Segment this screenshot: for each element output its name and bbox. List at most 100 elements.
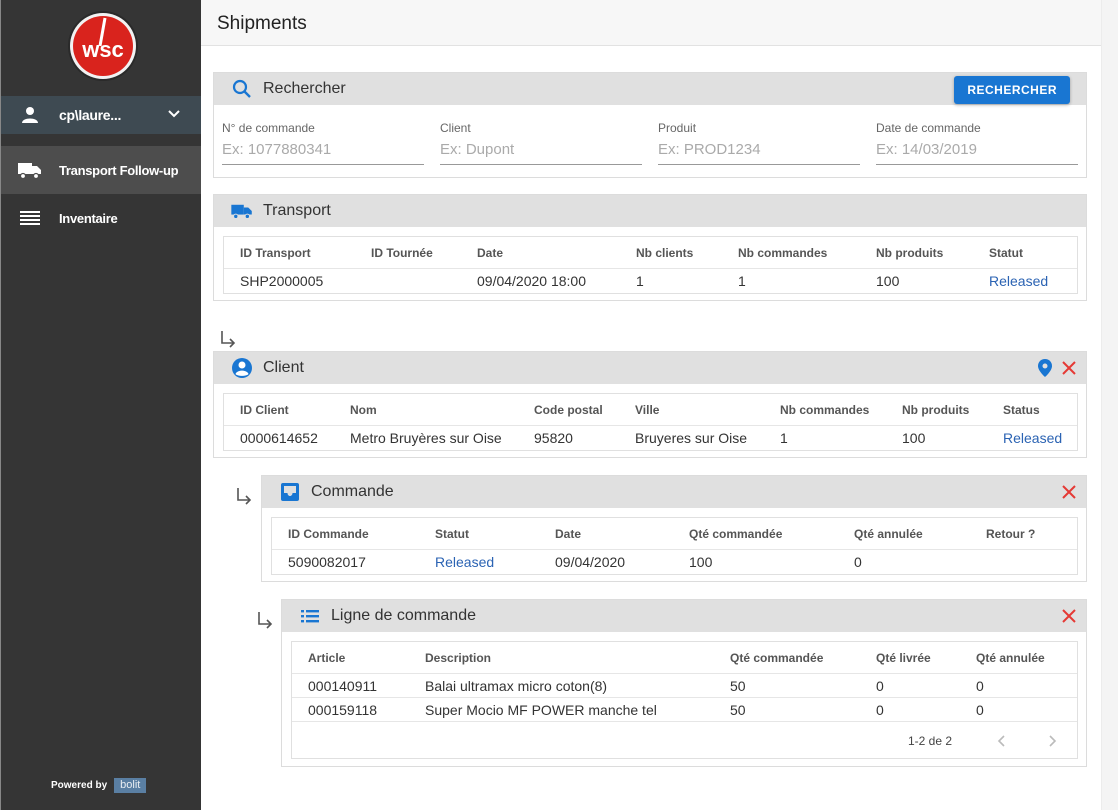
column-header: Date: [555, 527, 582, 541]
table-header-row: Article Description Qté commandée Qté li…: [292, 646, 1077, 670]
ligne-commande-panel-header: Ligne de commande: [282, 600, 1086, 632]
chevron-down-icon[interactable]: [166, 106, 182, 122]
list-icon: [18, 208, 42, 228]
product-input[interactable]: [658, 139, 860, 165]
column-header: ID Transport: [240, 246, 311, 260]
column-header: Qté commandée: [689, 527, 783, 541]
column-header: Nb commandes: [738, 246, 828, 260]
sidebar-item-label: Inventaire: [59, 210, 118, 226]
location-pin-icon[interactable]: [1036, 359, 1054, 377]
ligne-commande-panel: Ligne de commande Article Description Qt…: [281, 599, 1087, 767]
field-label: Date de commande: [876, 121, 981, 135]
ligne-commande-table: Article Description Qté commandée Qté li…: [291, 641, 1078, 759]
transport-panel-header: Transport: [214, 195, 1086, 227]
subdirectory-arrow-icon: [237, 488, 252, 505]
column-header: Qté annulée: [976, 651, 1045, 665]
table-cell: 0: [976, 677, 984, 694]
sidebar-item-transport-follow-up[interactable]: Transport Follow-up: [1, 146, 202, 194]
status-link[interactable]: Released: [435, 554, 494, 570]
client-panel: Client ID Client Nom Code postal Ville N…: [213, 351, 1087, 458]
chevron-right-icon[interactable]: [1044, 733, 1060, 749]
subdirectory-arrow-icon: [258, 612, 273, 629]
table-cell: 000159118: [308, 701, 378, 718]
order-number-field: N° de commande: [222, 121, 424, 165]
format-list-icon: [299, 605, 321, 627]
table-cell: SHP2000005: [240, 272, 324, 289]
truck-icon: [231, 200, 253, 222]
column-header: Description: [425, 651, 492, 665]
table-cell: 0000614652: [240, 429, 318, 446]
table-cell: 0: [976, 701, 984, 718]
column-header: Statut: [989, 246, 1023, 260]
table-row[interactable]: 000140911 Balai ultramax micro coton(8) …: [292, 673, 1077, 697]
column-header: Statut: [435, 527, 469, 541]
table-cell: 50: [730, 701, 746, 718]
table-row[interactable]: 0000614652 Metro Bruyères sur Oise 95820…: [224, 425, 1077, 449]
commande-panel-header: Commande: [262, 476, 1086, 508]
scrollbar[interactable]: [1101, 0, 1118, 810]
ligne-commande-panel-title: Ligne de commande: [331, 607, 476, 624]
close-icon[interactable]: [1060, 607, 1078, 625]
column-header: ID Commande: [288, 527, 369, 541]
field-label: Client: [440, 121, 471, 135]
order-number-input[interactable]: [222, 139, 424, 165]
column-header: Qté commandée: [730, 651, 824, 665]
table-row[interactable]: 000159118 Super Mocio MF POWER manche te…: [292, 697, 1077, 721]
table-cell: Balai ultramax micro coton(8): [425, 677, 608, 694]
account-circle-icon: [231, 357, 253, 379]
client-panel-header: Client: [214, 352, 1086, 384]
product-field: Produit: [658, 121, 860, 165]
sidebar-item-label: Transport Follow-up: [59, 162, 179, 178]
search-icon: [231, 78, 253, 100]
table-row[interactable]: SHP2000005 09/04/2020 18:00 1 1 100 Rele…: [224, 268, 1077, 292]
status-link[interactable]: Released: [989, 273, 1048, 289]
status-link[interactable]: Released: [1003, 430, 1062, 446]
powered-by-text: Powered by: [51, 780, 108, 791]
column-header: Status: [1003, 403, 1040, 417]
table-cell: 0: [854, 553, 862, 570]
column-header: ID Tournée: [371, 246, 433, 260]
order-date-input[interactable]: [876, 139, 1078, 165]
table-cell: 100: [689, 553, 713, 570]
sidebar-item-inventaire[interactable]: Inventaire: [1, 194, 202, 242]
table-cell: 100: [902, 429, 926, 446]
commande-panel: Commande ID Commande Statut Date Qté com…: [261, 475, 1087, 582]
subdirectory-arrow-icon: [221, 331, 236, 348]
client-input[interactable]: [440, 139, 642, 165]
column-header: Qté annulée: [854, 527, 923, 541]
commande-panel-title: Commande: [311, 483, 394, 500]
search-button[interactable]: RECHERCHER: [954, 76, 1070, 104]
field-label: N° de commande: [222, 121, 315, 135]
wsc-logo[interactable]: wsc: [67, 10, 139, 82]
table-cell: 000140911: [308, 677, 378, 694]
table-cell: Metro Bruyères sur Oise: [350, 429, 502, 446]
person-icon: [20, 105, 40, 125]
user-menu[interactable]: cp\laure...: [1, 96, 202, 134]
chevron-left-icon[interactable]: [994, 733, 1010, 749]
commande-table: ID Commande Statut Date Qté commandée Qt…: [271, 517, 1078, 575]
bolit-logo[interactable]: bolit: [114, 778, 147, 793]
order-date-field: Date de commande: [876, 121, 1078, 165]
table-cell: 100: [876, 272, 900, 289]
field-label: Produit: [658, 121, 697, 135]
column-header: ID Client: [240, 403, 289, 417]
close-icon[interactable]: [1060, 483, 1078, 501]
client-panel-title: Client: [263, 359, 304, 376]
table-cell: 1: [780, 429, 788, 446]
close-icon[interactable]: [1060, 359, 1078, 377]
search-panel: Rechercher RECHERCHER N° de commande Cli…: [213, 72, 1087, 178]
table-cell: Bruyeres sur Oise: [635, 429, 748, 446]
table-row[interactable]: 5090082017 Released 09/04/2020 100 0: [272, 549, 1077, 573]
sidebar: wsc cp\laure... Transport Follow-up Inve…: [0, 0, 202, 810]
top-bar: Shipments: [201, 0, 1101, 46]
transport-panel-title: Transport: [263, 202, 331, 219]
table-divider: [292, 721, 1077, 722]
column-header: Nb commandes: [780, 403, 870, 417]
transport-panel: Transport ID Transport ID Tournée Date N…: [213, 194, 1087, 301]
table-cell: 95820: [534, 429, 573, 446]
client-field: Client: [440, 121, 642, 165]
column-header: Date: [477, 246, 504, 260]
column-header: Retour ?: [986, 527, 1036, 541]
table-cell: 0: [876, 701, 884, 718]
table-cell: 50: [730, 677, 746, 694]
